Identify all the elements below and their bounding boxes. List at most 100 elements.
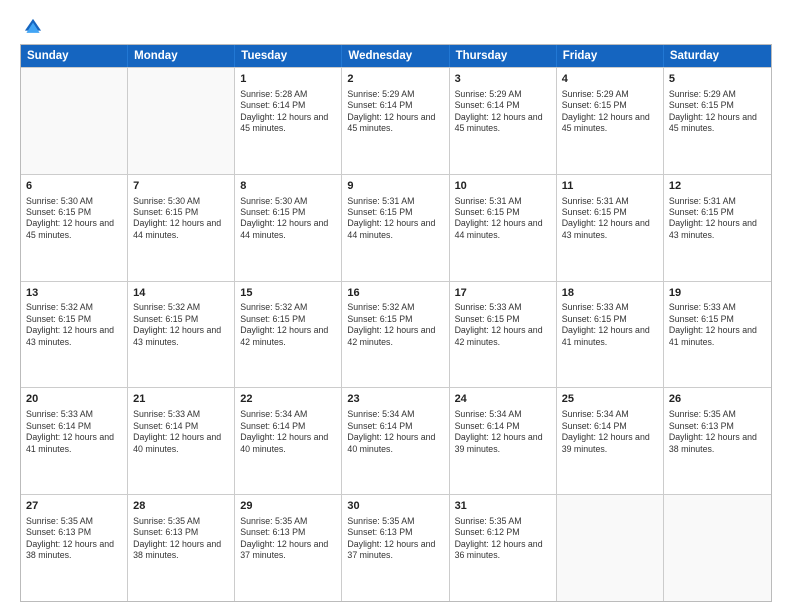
day-cell-28: 28 Sunrise: 5:35 AM Sunset: 6:13 PM Dayli…: [128, 495, 235, 601]
day-cell-16: 16Sunrise: 5:32 AM Sunset: 6:15 PM Dayli…: [342, 282, 449, 388]
cell-info: Sunrise: 5:34 AM Sunset: 6:14 PM Dayligh…: [562, 409, 658, 455]
day-number: 17: [455, 286, 551, 301]
day-cell-3: 3 Sunrise: 5:29 AM Sunset: 6:14 PM Daylig…: [450, 68, 557, 174]
empty-cell: [21, 68, 128, 174]
cell-info: Sunrise: 5:31 AM Sunset: 6:15 PM Dayligh…: [455, 196, 551, 242]
day-cell-27: 27 Sunrise: 5:35 AM Sunset: 6:13 PM Dayli…: [21, 495, 128, 601]
day-number: 7: [133, 179, 229, 194]
cell-info: Sunrise: 5:34 AM Sunset: 6:14 PM Dayligh…: [347, 409, 443, 455]
day-number: 15: [240, 286, 336, 301]
day-cell-31: 31 Sunrise: 5:35 AM Sunset: 6:12 PM Dayli…: [450, 495, 557, 601]
day-cell-13: 13Sunrise: 5:32 AM Sunset: 6:15 PM Dayli…: [21, 282, 128, 388]
day-cell-18: 18Sunrise: 5:33 AM Sunset: 6:15 PM Dayli…: [557, 282, 664, 388]
day-number: 23: [347, 392, 443, 407]
day-number: 8: [240, 179, 336, 194]
cell-info: Sunrise: 5:30 AM Sunset: 6:15 PM Dayligh…: [240, 196, 336, 242]
day-number: 29: [240, 499, 336, 514]
cell-info: Sunrise: 5:35 AM Sunset: 6:13 PM Dayligh…: [669, 409, 766, 455]
day-number: 28: [133, 499, 229, 514]
day-number: 26: [669, 392, 766, 407]
day-cell-7: 7 Sunrise: 5:30 AM Sunset: 6:15 PM Daylig…: [128, 175, 235, 281]
day-cell-24: 24Sunrise: 5:34 AM Sunset: 6:14 PM Dayli…: [450, 388, 557, 494]
day-cell-29: 29 Sunrise: 5:35 AM Sunset: 6:13 PM Dayli…: [235, 495, 342, 601]
cell-info: Sunrise: 5:32 AM Sunset: 6:15 PM Dayligh…: [26, 302, 122, 348]
cell-info: Sunrise: 5:35 AM Sunset: 6:13 PM Dayligh…: [133, 516, 229, 562]
empty-cell: [128, 68, 235, 174]
day-cell-21: 21 Sunrise: 5:33 AM Sunset: 6:14 PM Dayli…: [128, 388, 235, 494]
week-row-1: 1 Sunrise: 5:28 AM Sunset: 6:14 PM Daylig…: [21, 67, 771, 174]
day-number: 18: [562, 286, 658, 301]
day-cell-25: 25Sunrise: 5:34 AM Sunset: 6:14 PM Dayli…: [557, 388, 664, 494]
day-cell-2: 2 Sunrise: 5:29 AM Sunset: 6:14 PM Daylig…: [342, 68, 449, 174]
calendar-header: SundayMondayTuesdayWednesdayThursdayFrid…: [21, 45, 771, 67]
header-day-sunday: Sunday: [21, 45, 128, 67]
week-row-5: 27 Sunrise: 5:35 AM Sunset: 6:13 PM Dayli…: [21, 494, 771, 601]
cell-info: Sunrise: 5:33 AM Sunset: 6:14 PM Dayligh…: [26, 409, 122, 455]
page: SundayMondayTuesdayWednesdayThursdayFrid…: [0, 0, 792, 612]
day-number: 1: [240, 72, 336, 87]
logo: [20, 16, 46, 38]
day-cell-4: 4 Sunrise: 5:29 AM Sunset: 6:15 PM Daylig…: [557, 68, 664, 174]
cell-info: Sunrise: 5:33 AM Sunset: 6:14 PM Dayligh…: [133, 409, 229, 455]
header-day-friday: Friday: [557, 45, 664, 67]
day-cell-10: 10 Sunrise: 5:31 AM Sunset: 6:15 PM Dayli…: [450, 175, 557, 281]
cell-info: Sunrise: 5:28 AM Sunset: 6:14 PM Dayligh…: [240, 89, 336, 135]
header-day-monday: Monday: [128, 45, 235, 67]
header-day-wednesday: Wednesday: [342, 45, 449, 67]
empty-cell: [664, 495, 771, 601]
day-number: 20: [26, 392, 122, 407]
day-number: 24: [455, 392, 551, 407]
day-cell-9: 9 Sunrise: 5:31 AM Sunset: 6:15 PM Daylig…: [342, 175, 449, 281]
cell-info: Sunrise: 5:35 AM Sunset: 6:13 PM Dayligh…: [26, 516, 122, 562]
day-number: 16: [347, 286, 443, 301]
day-number: 10: [455, 179, 551, 194]
day-number: 21: [133, 392, 229, 407]
day-cell-30: 30Sunrise: 5:35 AM Sunset: 6:13 PM Dayli…: [342, 495, 449, 601]
header: [20, 16, 772, 38]
calendar: SundayMondayTuesdayWednesdayThursdayFrid…: [20, 44, 772, 602]
day-cell-8: 8 Sunrise: 5:30 AM Sunset: 6:15 PM Daylig…: [235, 175, 342, 281]
day-cell-14: 14Sunrise: 5:32 AM Sunset: 6:15 PM Dayli…: [128, 282, 235, 388]
week-row-4: 20 Sunrise: 5:33 AM Sunset: 6:14 PM Dayli…: [21, 387, 771, 494]
cell-info: Sunrise: 5:35 AM Sunset: 6:12 PM Dayligh…: [455, 516, 551, 562]
cell-info: Sunrise: 5:29 AM Sunset: 6:15 PM Dayligh…: [669, 89, 766, 135]
week-row-3: 13Sunrise: 5:32 AM Sunset: 6:15 PM Dayli…: [21, 281, 771, 388]
header-day-tuesday: Tuesday: [235, 45, 342, 67]
cell-info: Sunrise: 5:33 AM Sunset: 6:15 PM Dayligh…: [669, 302, 766, 348]
cell-info: Sunrise: 5:31 AM Sunset: 6:15 PM Dayligh…: [347, 196, 443, 242]
day-number: 9: [347, 179, 443, 194]
day-number: 3: [455, 72, 551, 87]
cell-info: Sunrise: 5:35 AM Sunset: 6:13 PM Dayligh…: [240, 516, 336, 562]
week-row-2: 6 Sunrise: 5:30 AM Sunset: 6:15 PM Daylig…: [21, 174, 771, 281]
cell-info: Sunrise: 5:29 AM Sunset: 6:14 PM Dayligh…: [455, 89, 551, 135]
logo-icon: [22, 16, 44, 38]
day-cell-1: 1 Sunrise: 5:28 AM Sunset: 6:14 PM Daylig…: [235, 68, 342, 174]
day-cell-22: 22Sunrise: 5:34 AM Sunset: 6:14 PM Dayli…: [235, 388, 342, 494]
cell-info: Sunrise: 5:29 AM Sunset: 6:14 PM Dayligh…: [347, 89, 443, 135]
day-number: 6: [26, 179, 122, 194]
calendar-body: 1 Sunrise: 5:28 AM Sunset: 6:14 PM Daylig…: [21, 67, 771, 601]
day-number: 22: [240, 392, 336, 407]
day-cell-5: 5 Sunrise: 5:29 AM Sunset: 6:15 PM Daylig…: [664, 68, 771, 174]
day-number: 31: [455, 499, 551, 514]
cell-info: Sunrise: 5:30 AM Sunset: 6:15 PM Dayligh…: [133, 196, 229, 242]
day-cell-19: 19Sunrise: 5:33 AM Sunset: 6:15 PM Dayli…: [664, 282, 771, 388]
cell-info: Sunrise: 5:29 AM Sunset: 6:15 PM Dayligh…: [562, 89, 658, 135]
day-cell-20: 20 Sunrise: 5:33 AM Sunset: 6:14 PM Dayli…: [21, 388, 128, 494]
day-number: 5: [669, 72, 766, 87]
cell-info: Sunrise: 5:30 AM Sunset: 6:15 PM Dayligh…: [26, 196, 122, 242]
day-number: 2: [347, 72, 443, 87]
day-cell-12: 12Sunrise: 5:31 AM Sunset: 6:15 PM Dayli…: [664, 175, 771, 281]
day-number: 27: [26, 499, 122, 514]
day-number: 19: [669, 286, 766, 301]
cell-info: Sunrise: 5:33 AM Sunset: 6:15 PM Dayligh…: [455, 302, 551, 348]
day-number: 4: [562, 72, 658, 87]
day-cell-17: 17Sunrise: 5:33 AM Sunset: 6:15 PM Dayli…: [450, 282, 557, 388]
day-number: 30: [347, 499, 443, 514]
header-day-thursday: Thursday: [450, 45, 557, 67]
cell-info: Sunrise: 5:31 AM Sunset: 6:15 PM Dayligh…: [669, 196, 766, 242]
day-cell-26: 26 Sunrise: 5:35 AM Sunset: 6:13 PM Dayli…: [664, 388, 771, 494]
day-number: 11: [562, 179, 658, 194]
cell-info: Sunrise: 5:31 AM Sunset: 6:15 PM Dayligh…: [562, 196, 658, 242]
cell-info: Sunrise: 5:33 AM Sunset: 6:15 PM Dayligh…: [562, 302, 658, 348]
